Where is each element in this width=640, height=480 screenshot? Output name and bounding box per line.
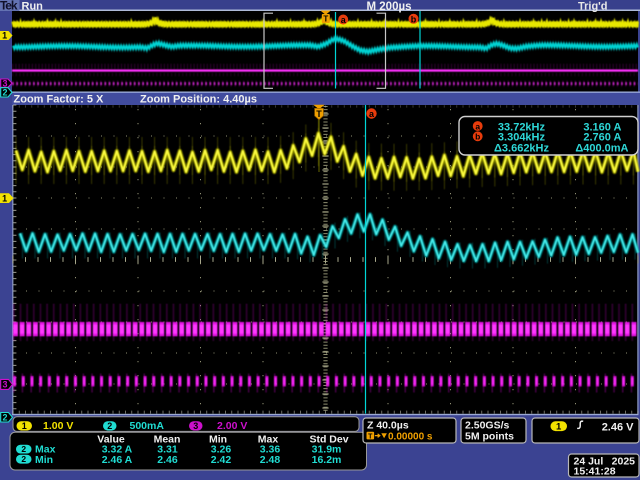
svg-text:b: b [475,132,480,142]
svg-text:Trig'd: Trig'd [578,1,608,13]
svg-text:2.42: 2.42 [211,454,232,466]
svg-text:3: 3 [193,421,198,431]
svg-text:2.50GS/s: 2.50GS/s [465,419,510,431]
svg-text:2: 2 [21,454,26,464]
svg-text:b: b [411,14,417,24]
svg-text:T: T [323,15,328,24]
svg-text:Δ400.0mA: Δ400.0mA [575,142,628,154]
svg-text:0.00000 s: 0.00000 s [388,431,433,442]
svg-text:2: 2 [21,444,26,454]
svg-text:2: 2 [2,412,7,422]
svg-text:1: 1 [2,193,7,203]
svg-text:2: 2 [107,421,112,431]
svg-text:2.46 V: 2.46 V [602,421,634,433]
svg-text:2.00 V: 2.00 V [217,420,247,432]
svg-text:M 200µs: M 200µs [367,1,412,13]
svg-text:a: a [475,121,480,131]
svg-text:1: 1 [22,421,27,431]
svg-text:T: T [368,433,373,440]
svg-text:500mA: 500mA [130,420,165,432]
svg-text:Δ3.662kHz: Δ3.662kHz [494,142,549,154]
svg-text:2.48: 2.48 [260,454,281,466]
svg-text:2: 2 [2,88,7,98]
svg-text:Run: Run [22,0,44,12]
svg-text:1.00 V: 1.00 V [43,420,73,432]
svg-text:2.46: 2.46 [157,454,178,466]
svg-text:Zoom Factor: 5 X: Zoom Factor: 5 X [14,93,105,105]
svg-text:Z 40.0µs: Z 40.0µs [367,419,409,431]
svg-text:5M points: 5M points [465,431,514,443]
svg-text:Min: Min [35,454,53,466]
svg-text:T: T [316,109,322,119]
svg-text:1: 1 [556,422,562,433]
svg-text:16.2m: 16.2m [312,454,342,466]
svg-text:3: 3 [2,380,7,390]
svg-text:Zoom Position: 4.40µs: Zoom Position: 4.40µs [140,93,257,105]
svg-text:15:41:28: 15:41:28 [574,465,616,477]
svg-text:Tek: Tek [0,0,18,13]
svg-text:1: 1 [2,31,7,41]
svg-text:2.46 A: 2.46 A [102,454,133,466]
